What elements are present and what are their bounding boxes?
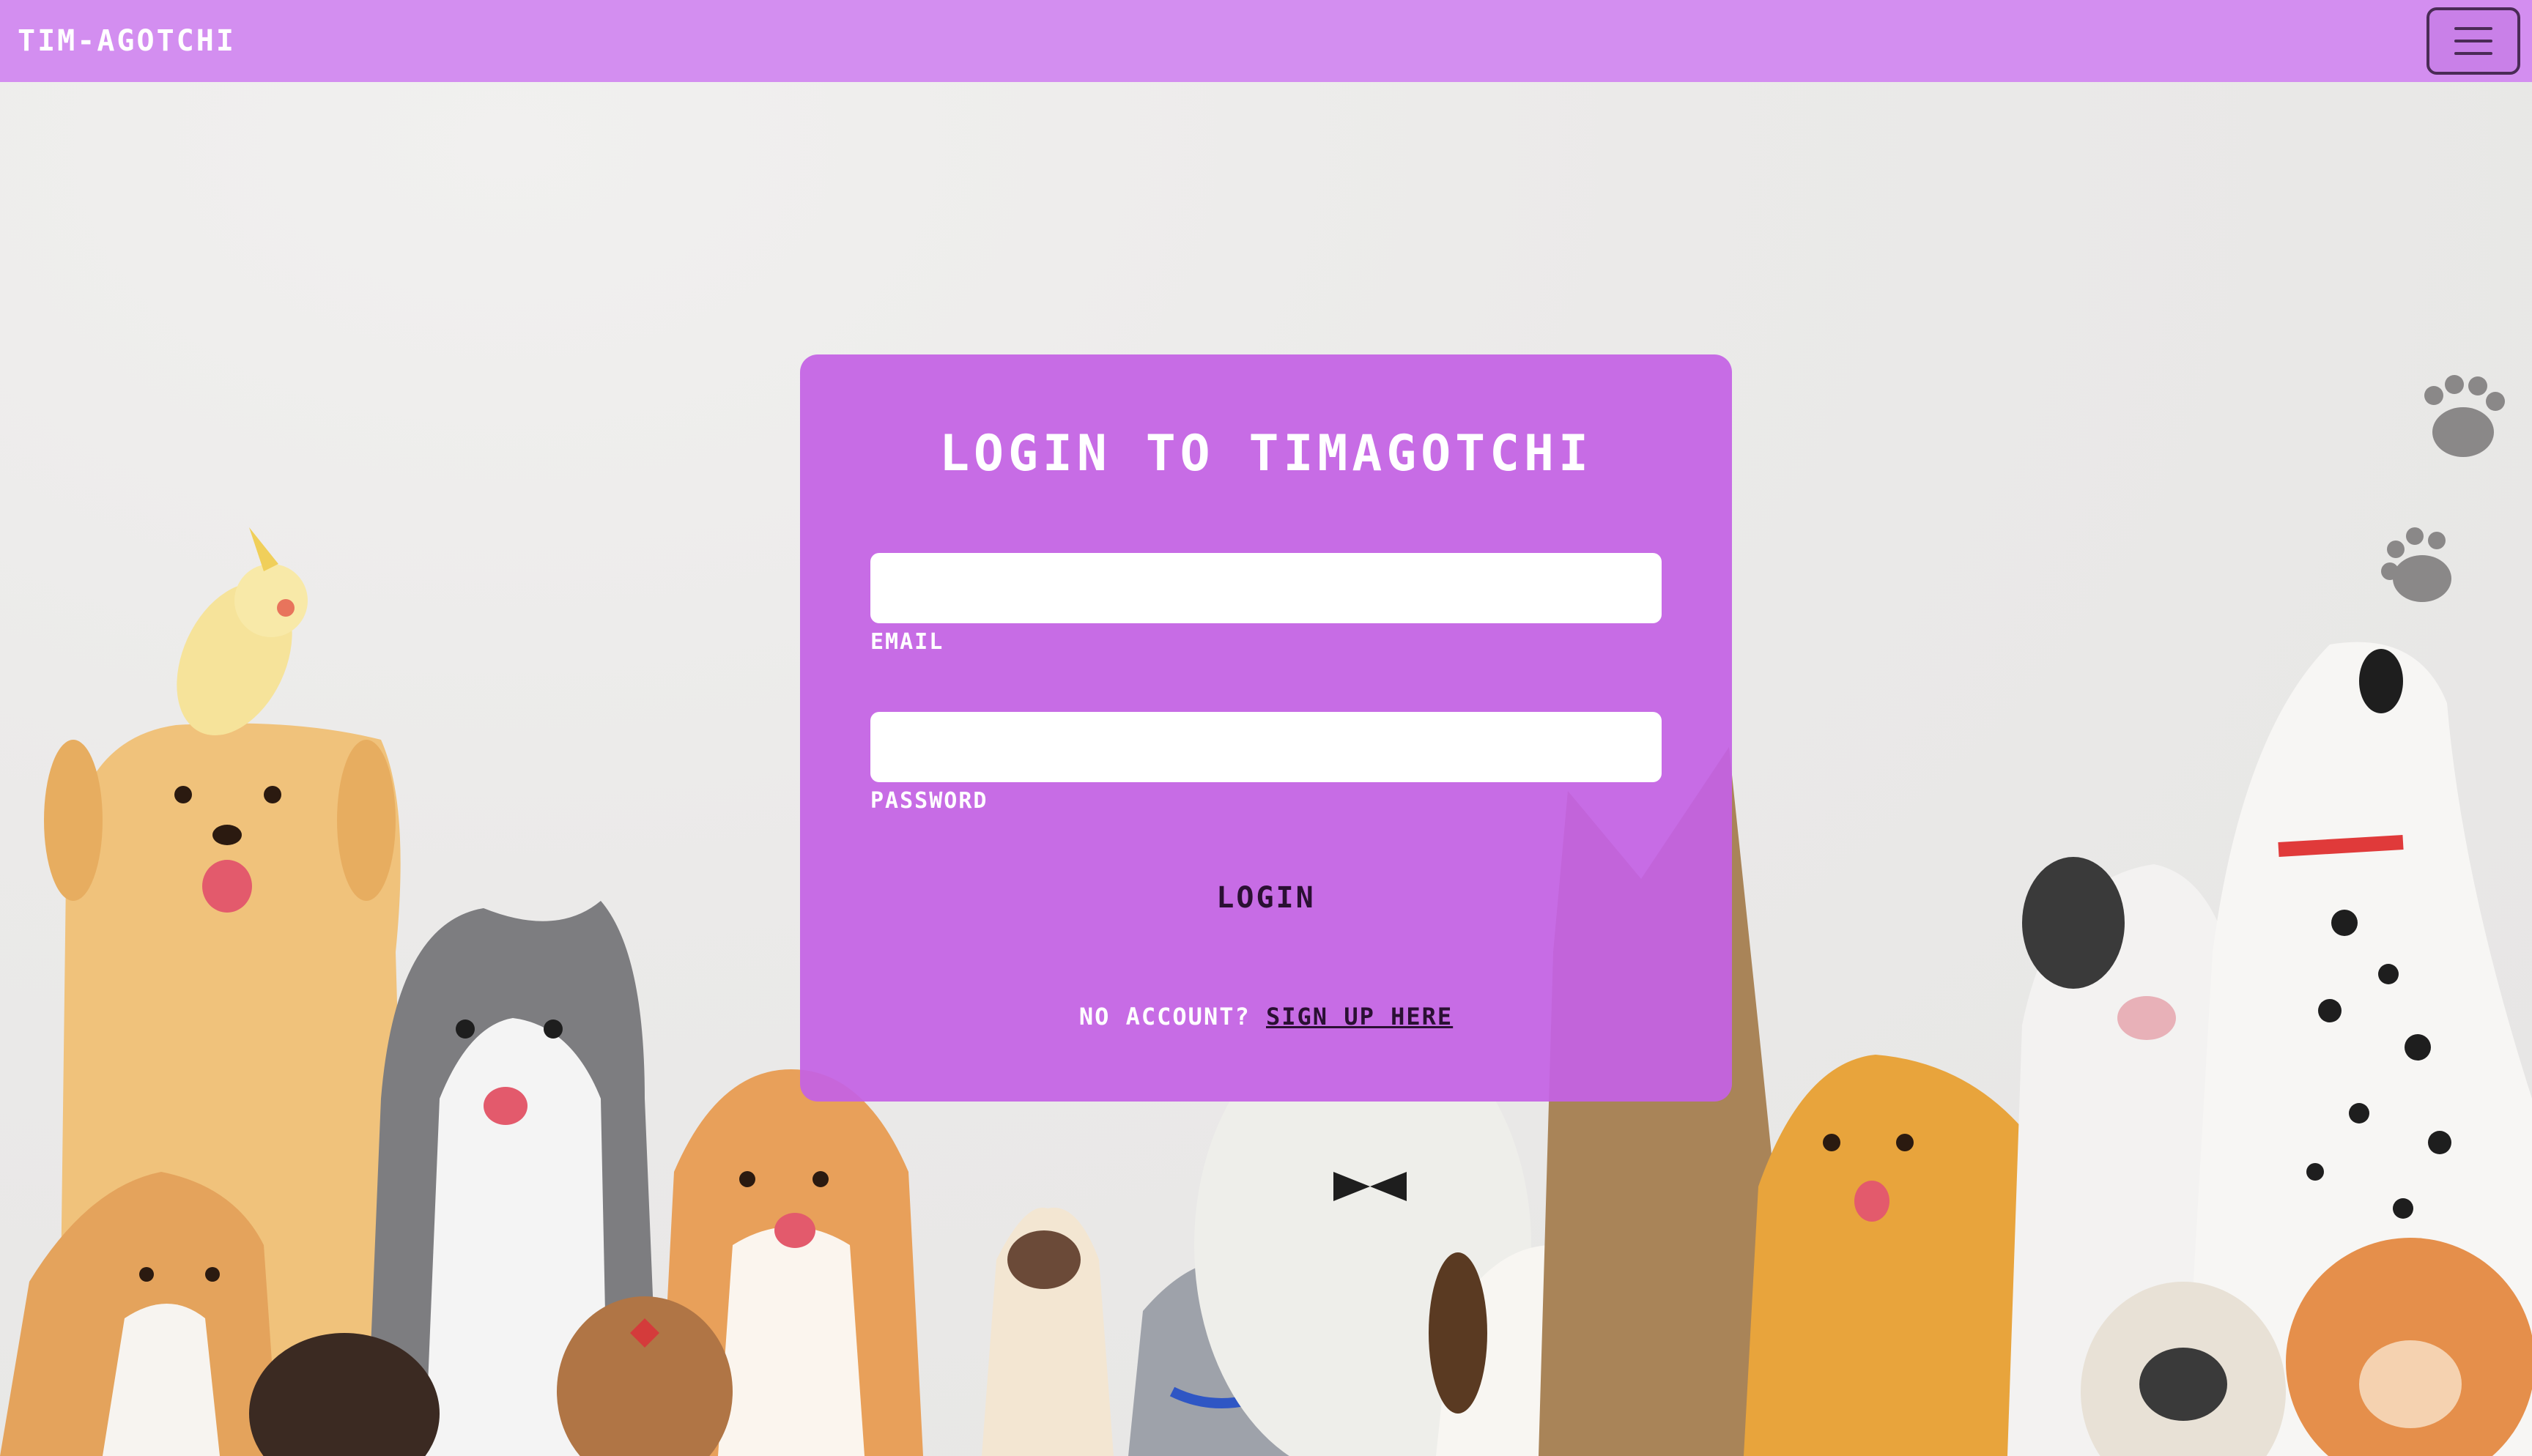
menu-icon: [2454, 27, 2492, 30]
login-card: LOGIN TO TIMAGOTCHI EMAIL PASSWORD LOGIN…: [800, 354, 1732, 1102]
paw-print-icon: [2381, 375, 2505, 602]
menu-icon-bar: [2454, 52, 2492, 55]
menu-toggle-button[interactable]: [2426, 7, 2520, 75]
email-field-group: EMAIL: [870, 553, 1662, 655]
signup-prompt: NO ACCOUNT? SIGN UP HERE: [870, 1003, 1662, 1030]
siamese-cat: [982, 1207, 1114, 1456]
email-label: EMAIL: [870, 629, 944, 655]
no-account-text: NO ACCOUNT?: [1078, 1003, 1251, 1030]
corgi-dog: [0, 1172, 278, 1456]
password-field-group: PASSWORD: [870, 712, 1662, 814]
login-title: LOGIN TO TIMAGOTCHI: [939, 425, 1593, 483]
password-label: PASSWORD: [870, 788, 988, 814]
login-button[interactable]: LOGIN: [1216, 881, 1315, 915]
password-input[interactable]: [870, 712, 1662, 782]
top-navbar: TIM-AGOTCHI: [0, 0, 2532, 82]
brand-logo[interactable]: TIM-AGOTCHI: [18, 24, 236, 58]
signup-link[interactable]: SIGN UP HERE: [1266, 1003, 1453, 1030]
menu-icon-bar: [2454, 40, 2492, 42]
email-input[interactable]: [870, 553, 1662, 623]
cockatiel-bird: [177, 527, 308, 735]
